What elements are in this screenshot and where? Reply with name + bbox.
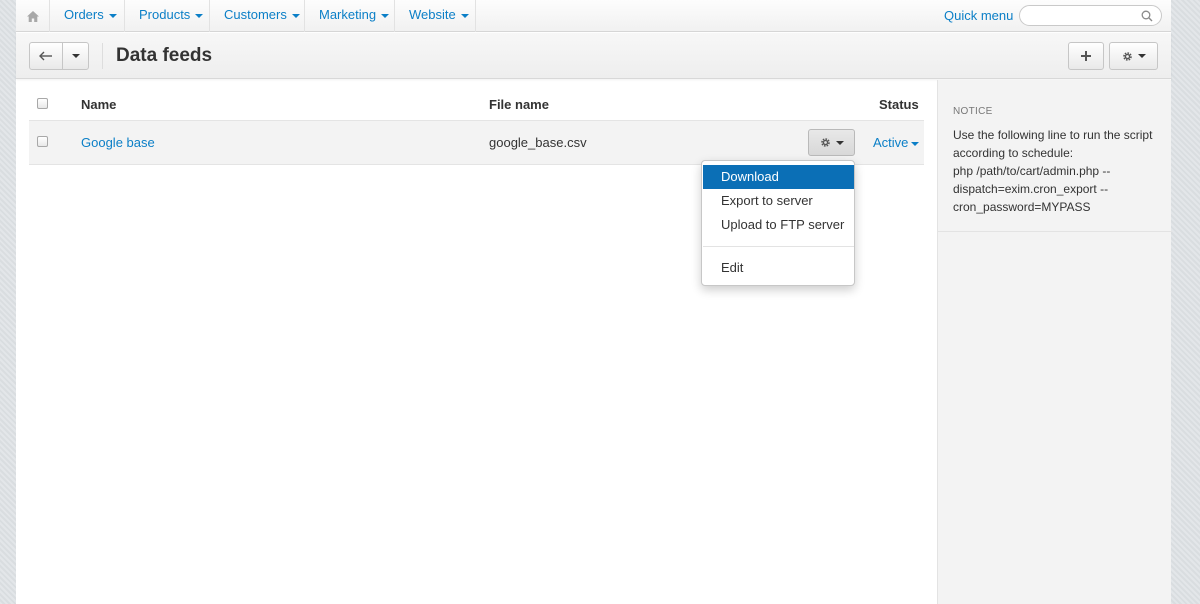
feed-name-link[interactable]: Google base xyxy=(81,135,155,150)
admin-app: Orders Products Customers Marketing Webs… xyxy=(16,0,1172,604)
add-feed-button[interactable] xyxy=(1068,42,1104,70)
title-divider xyxy=(102,43,103,69)
quick-menu-link[interactable]: Quick menu xyxy=(944,0,1013,31)
gear-icon xyxy=(820,138,830,147)
back-arrow-icon xyxy=(39,51,52,61)
back-button[interactable] xyxy=(29,42,63,70)
nav-marketing[interactable]: Marketing xyxy=(305,0,395,32)
gear-icon xyxy=(1122,51,1132,61)
back-menu-toggle[interactable] xyxy=(62,42,89,70)
menu-item-download[interactable]: Download xyxy=(703,165,854,189)
row-checkbox[interactable] xyxy=(37,136,48,147)
chevron-down-icon xyxy=(291,13,300,18)
nav-marketing-label: Marketing xyxy=(319,7,377,22)
search-icon[interactable] xyxy=(1141,10,1153,22)
page-title: Data feeds xyxy=(116,45,213,66)
status-label: Active xyxy=(873,135,909,150)
menu-divider xyxy=(703,246,854,247)
nav-website[interactable]: Website xyxy=(395,0,476,32)
nav-products[interactable]: Products xyxy=(125,0,210,32)
menu-item-edit[interactable]: Edit xyxy=(703,256,854,280)
page-header: Data feeds xyxy=(16,33,1171,79)
chevron-down-icon xyxy=(108,13,117,18)
notice-text: Use the following line to run the script… xyxy=(953,126,1163,216)
home-button[interactable] xyxy=(16,0,50,32)
nav-products-label: Products xyxy=(139,7,191,22)
nav-website-label: Website xyxy=(409,7,456,22)
chevron-down-icon xyxy=(911,141,920,146)
table-header: Name File name Status xyxy=(29,88,924,121)
nav-customers-label: Customers xyxy=(224,7,287,22)
notice-line: Use the following line to run the script… xyxy=(953,128,1153,160)
select-all-checkbox[interactable] xyxy=(37,98,48,109)
chevron-down-icon xyxy=(71,54,80,58)
nav-customers[interactable]: Customers xyxy=(210,0,305,32)
settings-button[interactable] xyxy=(1109,42,1158,70)
notice-panel: NOTICE Use the following line to run the… xyxy=(938,80,1172,232)
menu-item-export-to-server[interactable]: Export to server xyxy=(703,189,854,213)
row-actions-button[interactable] xyxy=(808,129,855,156)
top-navigation: Orders Products Customers Marketing Webs… xyxy=(16,0,1171,32)
data-feeds-table: Name File name Status Google base google… xyxy=(29,88,924,165)
nav-orders[interactable]: Orders xyxy=(50,0,125,32)
chevron-down-icon xyxy=(381,13,390,18)
chevron-down-icon xyxy=(460,13,469,18)
status-dropdown[interactable]: Active xyxy=(873,135,920,150)
row-actions-menu: Download Export to server Upload to FTP … xyxy=(701,160,855,286)
column-header-file-name: File name xyxy=(489,97,549,112)
notice-title: NOTICE xyxy=(953,106,993,117)
chevron-down-icon xyxy=(1137,54,1146,58)
sidebar: NOTICE Use the following line to run the… xyxy=(937,80,1172,604)
column-header-name: Name xyxy=(81,97,117,112)
chevron-down-icon xyxy=(195,13,204,18)
home-icon xyxy=(26,10,39,22)
column-header-status: Status xyxy=(879,97,919,112)
menu-item-upload-to-ftp[interactable]: Upload to FTP server xyxy=(703,213,854,237)
nav-orders-label: Orders xyxy=(64,7,104,22)
chevron-down-icon xyxy=(835,140,844,145)
notice-command: php /path/to/cart/admin.php --dispatch=e… xyxy=(953,164,1111,214)
table-row: Google base google_base.csv Active xyxy=(29,121,924,165)
feed-file-name: google_base.csv xyxy=(489,135,587,150)
search-input[interactable] xyxy=(1019,5,1162,26)
plus-icon xyxy=(1081,51,1091,61)
